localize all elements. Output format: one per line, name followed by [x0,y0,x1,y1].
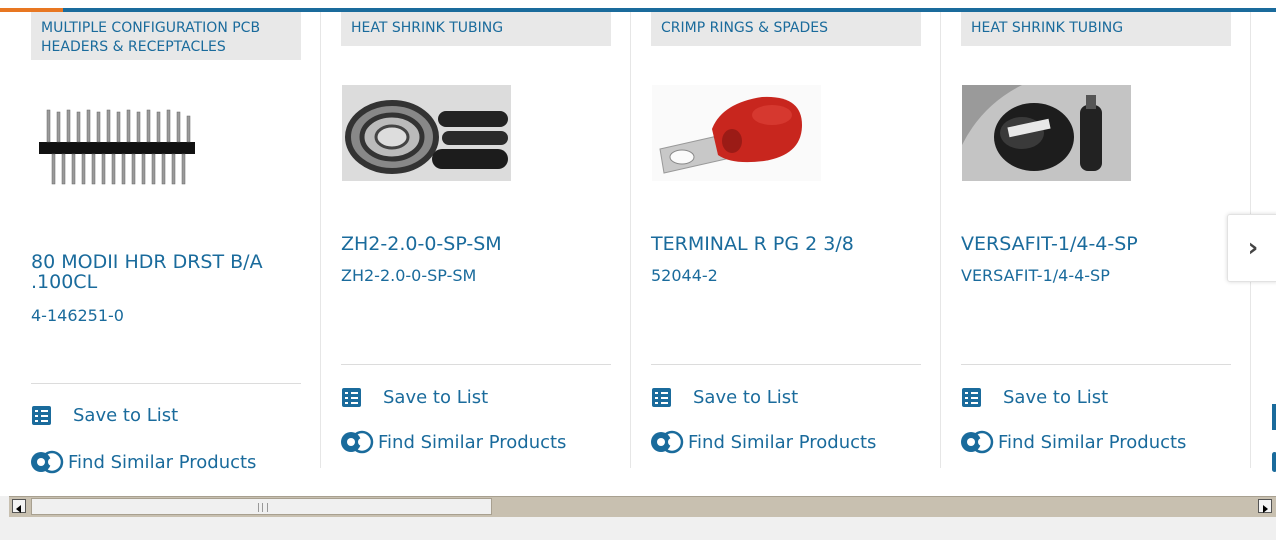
save-to-list-button[interactable]: Save to List [31,405,178,426]
find-similar-products-button[interactable]: Find Similar Products [31,450,256,474]
scroll-left-arrow-icon[interactable] [12,499,26,513]
product-part-number-link[interactable]: ZH2-2.0-0-SP-SM [341,266,476,285]
product-image-pcb-header[interactable] [39,108,195,192]
card-divider [961,364,1231,365]
product-part-number-link[interactable]: 4-146251-0 [31,306,124,325]
checklist-icon [342,388,361,407]
scroll-right-arrow-icon[interactable] [1258,499,1272,513]
product-category[interactable]: HEAT SHRINK TUBING [961,12,1231,46]
product-category[interactable]: CRIMP RINGS & SPADES [651,12,921,46]
product-card: HEAT SHRINK TUBING VERSAFIT-1/4-4-SP VER… [961,12,1231,472]
grip-icon [258,503,268,512]
card-divider [341,364,611,365]
product-title-link[interactable]: ZH2-2.0-0-SP-SM [341,234,601,254]
product-category[interactable]: MULTIPLE CONFIGURATION PCB HEADERS & REC… [31,12,301,60]
product-image-versafit[interactable] [962,85,1131,181]
checklist-icon [962,388,981,407]
product-image-heat-shrink[interactable] [342,85,511,181]
save-to-list-label: Save to List [73,405,179,426]
find-similar-products-button[interactable]: Find Similar Products [341,430,566,454]
find-similar-products-button[interactable]: Find Similar Products [651,430,876,454]
checklist-icon [32,406,51,425]
similar-products-icon [31,450,64,474]
save-to-list-button[interactable]: Save to List [341,387,488,408]
similar-products-icon [341,430,374,454]
similar-products-icon [961,430,994,454]
horizontal-scrollbar[interactable] [9,496,1276,517]
product-category[interactable]: HEAT SHRINK TUBING [341,12,611,46]
find-similar-label: Find Similar Products [378,431,567,453]
save-to-list-button[interactable]: Save to List [651,387,798,408]
find-similar-label: Find Similar Products [688,431,877,453]
product-image-crimp-ring[interactable] [652,85,821,181]
product-title-link[interactable]: VERSAFIT-1/4-4-SP [961,234,1221,254]
find-similar-products-button[interactable]: Find Similar Products [961,430,1186,454]
product-card: CRIMP RINGS & SPADES TERMINAL R PG 2 3/8… [651,12,921,472]
column-divider [630,12,631,468]
similar-products-icon [651,430,684,454]
save-to-list-button[interactable]: Save to List [961,387,1108,408]
save-to-list-label: Save to List [693,387,799,408]
product-part-number-link[interactable]: VERSAFIT-1/4-4-SP [961,266,1110,285]
product-part-number-link[interactable]: 52044-2 [651,266,718,285]
find-similar-label: Find Similar Products [68,451,257,473]
checklist-icon [652,388,671,407]
scrollbar-thumb[interactable] [31,498,492,515]
save-to-list-label: Save to List [383,387,489,408]
product-card: HEAT SHRINK TUBING ZH2-2.0-0-SP-SM ZH2-2… [341,12,611,472]
card-divider [31,383,301,384]
find-similar-label: Find Similar Products [998,431,1187,453]
save-to-list-label: Save to List [1003,387,1109,408]
product-carousel: MULTIPLE CONFIGURATION PCB HEADERS & REC… [0,0,1276,496]
product-card: MULTIPLE CONFIGURATION PCB HEADERS & REC… [31,12,301,474]
column-divider [940,12,941,468]
card-divider [651,364,921,365]
product-title-link[interactable]: TERMINAL R PG 2 3/8 [651,234,911,254]
product-title-link[interactable]: 80 MODII HDR DRST B/A .100CL [31,252,291,292]
column-divider [320,12,321,468]
carousel-next-button[interactable]: › [1227,214,1276,282]
